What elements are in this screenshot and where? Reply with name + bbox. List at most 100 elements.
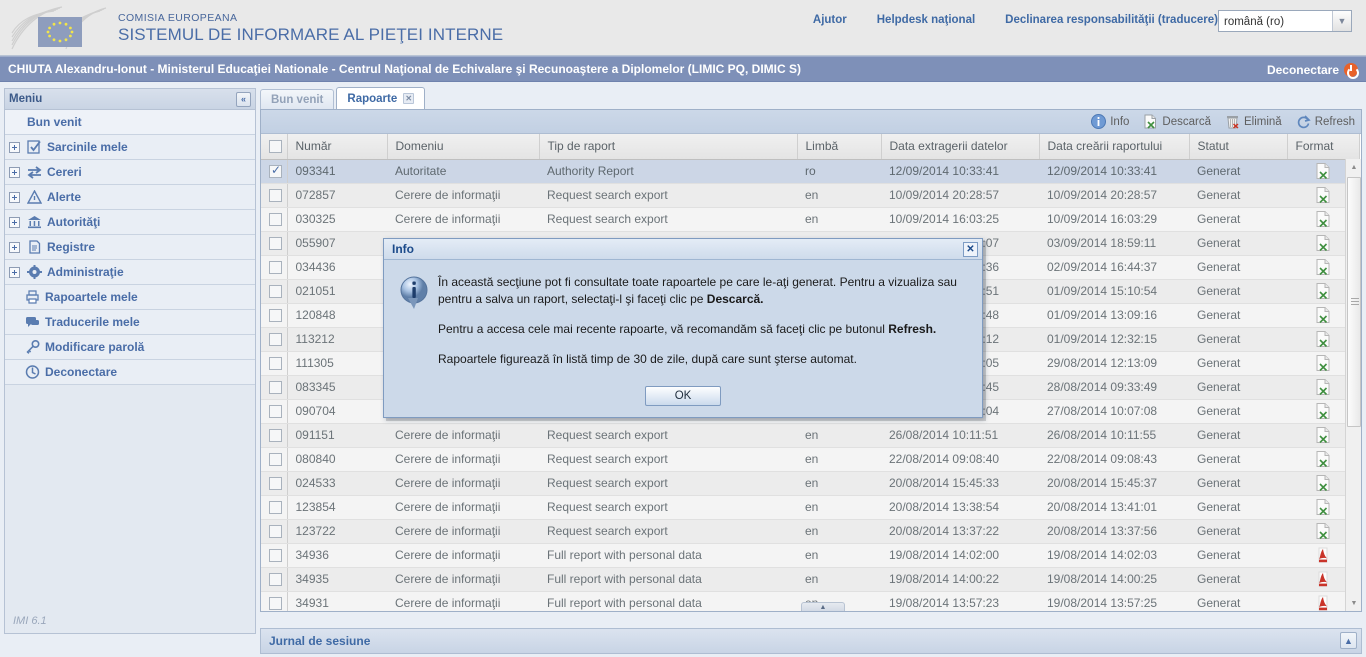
expand-plus-icon[interactable] <box>9 167 20 178</box>
column-header-domain[interactable]: Domeniu <box>387 134 539 159</box>
column-header-report-type[interactable]: Tip de raport <box>539 134 797 159</box>
row-checkbox[interactable] <box>269 189 282 202</box>
row-checkbox[interactable] <box>269 285 282 298</box>
column-header-status[interactable]: Statut <box>1189 134 1287 159</box>
sidebar-item-logout[interactable]: Deconectare <box>5 360 255 385</box>
column-header-format[interactable]: Format <box>1287 134 1359 159</box>
row-select-cell[interactable] <box>261 399 287 423</box>
sidebar-item-my-tasks[interactable]: Sarcinile mele <box>5 135 255 160</box>
row-checkbox[interactable] <box>269 429 282 442</box>
sidebar-item-welcome[interactable]: Bun venit <box>5 110 255 135</box>
sidebar-item-registers[interactable]: Registre <box>5 235 255 260</box>
tab-reports[interactable]: Rapoarte ✕ <box>336 87 425 109</box>
sidebar-item-alerts[interactable]: Alerte <box>5 185 255 210</box>
sidebar-item-my-translations[interactable]: Traducerile mele <box>5 310 255 335</box>
table-row[interactable]: 024533Cerere de informaţiiRequest search… <box>261 471 1359 495</box>
select-all-header[interactable] <box>261 134 287 159</box>
close-icon[interactable]: ✕ <box>963 242 978 257</box>
expand-plus-icon[interactable] <box>9 192 20 203</box>
column-header-number[interactable]: Număr <box>287 134 387 159</box>
sidebar-collapse-button[interactable]: « <box>236 92 251 107</box>
chevron-down-icon[interactable]: ▼ <box>1332 11 1351 31</box>
row-checkbox[interactable] <box>269 477 282 490</box>
row-select-cell[interactable] <box>261 279 287 303</box>
row-checkbox[interactable] <box>269 309 282 322</box>
table-row[interactable]: 080840Cerere de informaţiiRequest search… <box>261 447 1359 471</box>
grid-vertical-scrollbar[interactable]: ▲ ▼ <box>1345 159 1361 611</box>
national-helpdesk-link[interactable]: Helpdesk naţional <box>877 14 975 26</box>
row-select-cell[interactable] <box>261 255 287 279</box>
delete-button[interactable]: Elimină <box>1225 114 1282 129</box>
close-icon[interactable]: ✕ <box>403 93 414 104</box>
column-header-language[interactable]: Limbă <box>797 134 881 159</box>
disclaimer-link[interactable]: Declinarea responsabilităţii (traducere) <box>1005 14 1218 26</box>
scroll-up-icon[interactable]: ▲ <box>1346 159 1361 175</box>
sidebar-item-change-password[interactable]: Modificare parolă <box>5 335 255 360</box>
row-select-cell[interactable] <box>261 327 287 351</box>
row-select-cell[interactable] <box>261 519 287 543</box>
ok-button[interactable]: OK <box>645 386 721 406</box>
row-select-cell[interactable] <box>261 423 287 447</box>
row-checkbox[interactable] <box>269 381 282 394</box>
row-select-cell[interactable] <box>261 471 287 495</box>
session-log-bar[interactable]: Jurnal de sesiune ▲ <box>260 628 1362 654</box>
expand-plus-icon[interactable] <box>9 267 20 278</box>
row-checkbox[interactable] <box>269 597 282 610</box>
row-select-cell[interactable] <box>261 495 287 519</box>
row-checkbox[interactable] <box>269 165 282 178</box>
excel-file-icon <box>1316 283 1330 299</box>
grid-resize-handle[interactable]: ▲ <box>801 602 845 611</box>
row-select-cell[interactable] <box>261 567 287 591</box>
row-select-cell[interactable] <box>261 183 287 207</box>
table-row[interactable]: 093341AutoritateAuthority Reportro12/09/… <box>261 159 1359 183</box>
expand-plus-icon[interactable] <box>9 217 20 228</box>
cell-number: 34936 <box>287 543 387 567</box>
table-row[interactable]: 030325Cerere de informaţiiRequest search… <box>261 207 1359 231</box>
logout-button[interactable]: Deconectare <box>1267 57 1358 83</box>
column-header-create-date[interactable]: Data creării raportului <box>1039 134 1189 159</box>
table-row[interactable]: 072857Cerere de informaţiiRequest search… <box>261 183 1359 207</box>
row-checkbox[interactable] <box>269 525 282 538</box>
download-button[interactable]: Descarcă <box>1143 114 1211 129</box>
help-link[interactable]: Ajutor <box>813 14 847 26</box>
select-all-checkbox[interactable] <box>269 140 282 153</box>
row-select-cell[interactable] <box>261 375 287 399</box>
row-select-cell[interactable] <box>261 231 287 255</box>
row-select-cell[interactable] <box>261 591 287 611</box>
table-row[interactable]: 091151Cerere de informaţiiRequest search… <box>261 423 1359 447</box>
row-checkbox[interactable] <box>269 453 282 466</box>
table-row[interactable]: 123854Cerere de informaţiiRequest search… <box>261 495 1359 519</box>
row-checkbox[interactable] <box>269 333 282 346</box>
column-header-extract-date[interactable]: Data extragerii datelor <box>881 134 1039 159</box>
info-button[interactable]: Info <box>1091 114 1129 129</box>
row-checkbox[interactable] <box>269 357 282 370</box>
row-checkbox[interactable] <box>269 405 282 418</box>
sidebar-item-requests[interactable]: Cereri <box>5 160 255 185</box>
scrollbar-thumb[interactable] <box>1347 177 1361 427</box>
sidebar-item-administration[interactable]: Administraţie <box>5 260 255 285</box>
refresh-button[interactable]: Refresh <box>1296 114 1355 129</box>
cell-number: 111305 <box>287 351 387 375</box>
row-select-cell[interactable] <box>261 159 287 183</box>
scroll-down-icon[interactable]: ▼ <box>1346 595 1361 611</box>
sidebar-item-authorities[interactable]: Autorităţi <box>5 210 255 235</box>
table-row[interactable]: 34936Cerere de informaţiiFull report wit… <box>261 543 1359 567</box>
sidebar-item-my-reports[interactable]: Rapoartele mele <box>5 285 255 310</box>
row-select-cell[interactable] <box>261 447 287 471</box>
table-row[interactable]: 123722Cerere de informaţiiRequest search… <box>261 519 1359 543</box>
expand-plus-icon[interactable] <box>9 242 20 253</box>
tab-welcome[interactable]: Bun venit <box>260 89 334 109</box>
row-select-cell[interactable] <box>261 303 287 327</box>
table-row[interactable]: 34935Cerere de informaţiiFull report wit… <box>261 567 1359 591</box>
session-log-expand-button[interactable]: ▲ <box>1340 632 1357 649</box>
row-checkbox[interactable] <box>269 573 282 586</box>
row-checkbox[interactable] <box>269 501 282 514</box>
row-select-cell[interactable] <box>261 207 287 231</box>
row-select-cell[interactable] <box>261 351 287 375</box>
row-checkbox[interactable] <box>269 213 282 226</box>
row-checkbox[interactable] <box>269 261 282 274</box>
row-checkbox[interactable] <box>269 237 282 250</box>
expand-plus-icon[interactable] <box>9 142 20 153</box>
row-checkbox[interactable] <box>269 549 282 562</box>
row-select-cell[interactable] <box>261 543 287 567</box>
